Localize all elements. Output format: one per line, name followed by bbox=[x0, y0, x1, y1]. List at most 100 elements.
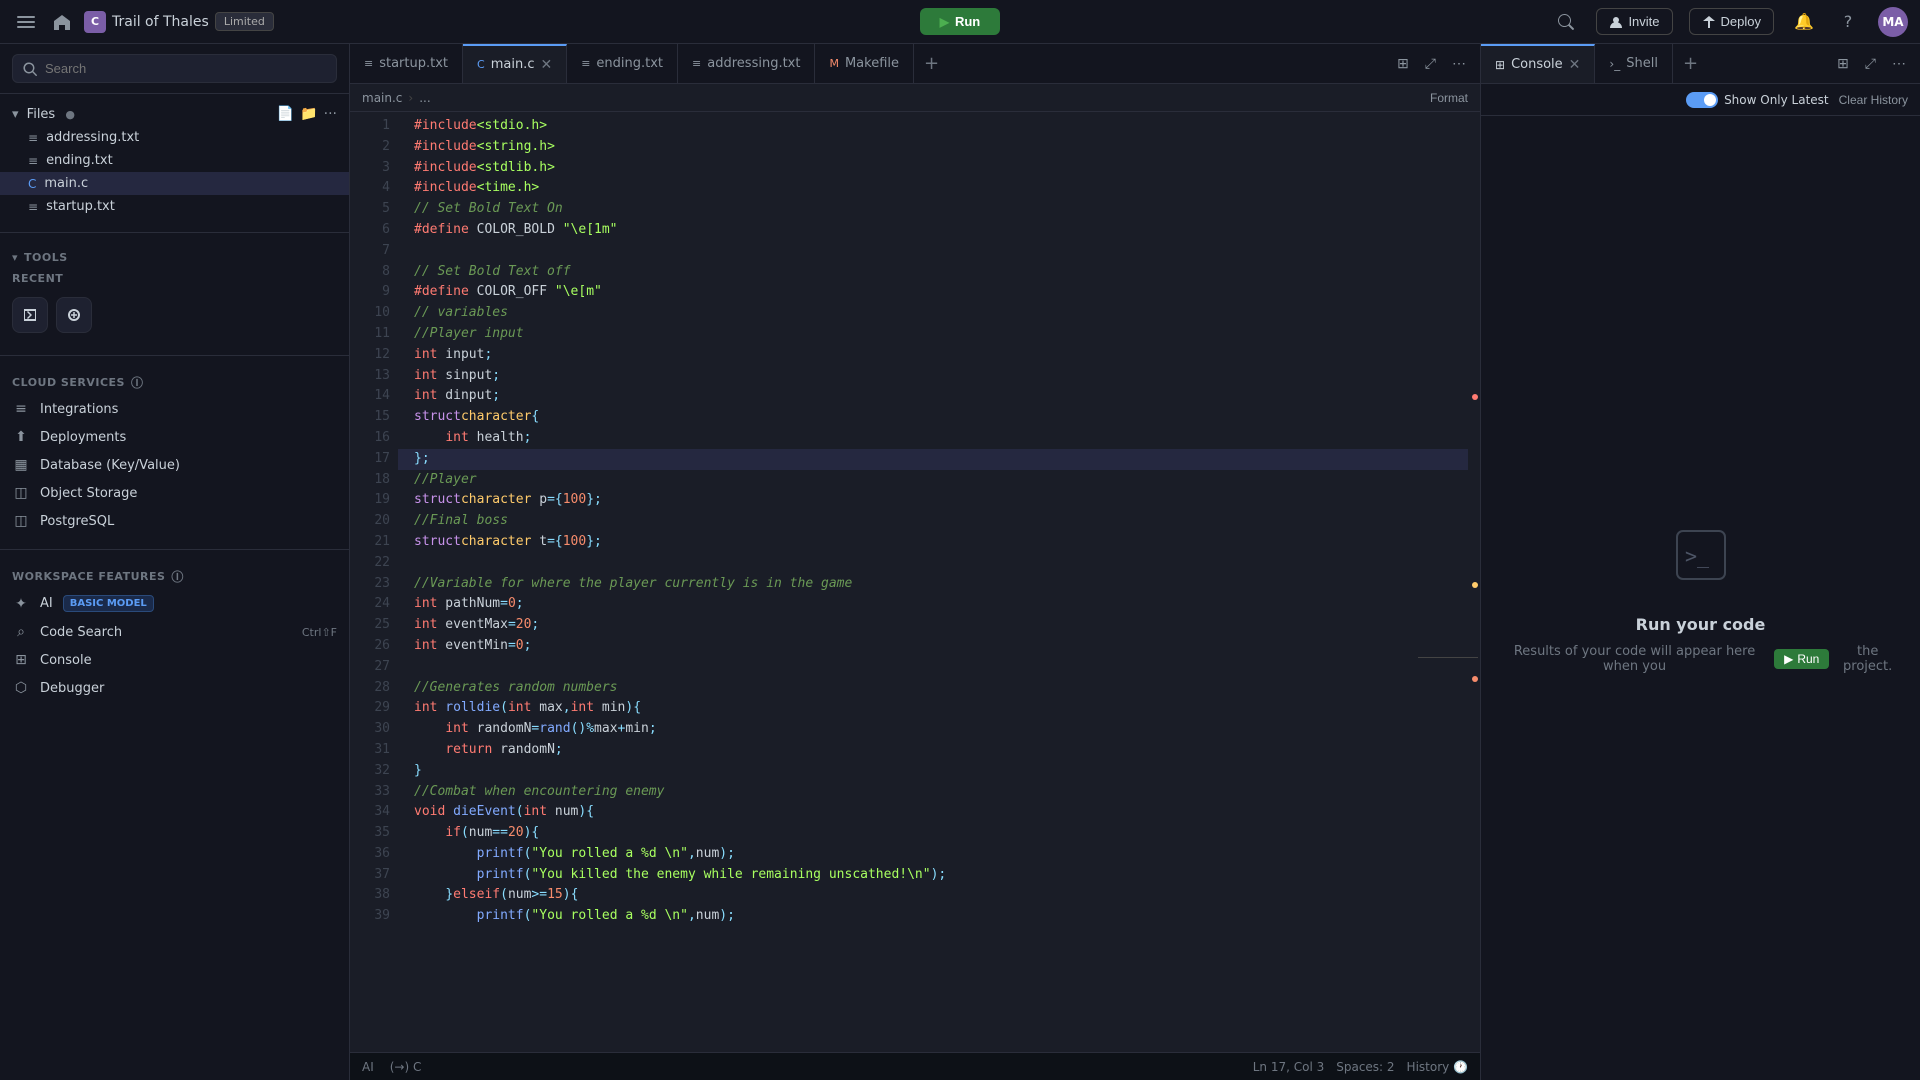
help-button[interactable]: ? bbox=[1834, 8, 1862, 36]
sidebar-item-console[interactable]: ⊞ Console bbox=[0, 646, 349, 674]
split-console-button[interactable]: ⊞ bbox=[1833, 51, 1853, 76]
sidebar-item-postgresql[interactable]: ◫ PostgreSQL bbox=[0, 507, 349, 535]
nix-tool-button[interactable] bbox=[56, 297, 92, 333]
console-run-title: Run your code bbox=[1636, 615, 1766, 634]
file-name-ending: ending.txt bbox=[46, 153, 113, 168]
add-console-tab-button[interactable]: + bbox=[1673, 44, 1708, 83]
deploy-label: Deploy bbox=[1721, 14, 1761, 29]
expand-editor-button[interactable]: ⤢ bbox=[1421, 51, 1440, 76]
run-desc-after: the project. bbox=[1835, 644, 1900, 674]
workspace-section: Workspace Features ⓘ ✦ AI BASIC MODEL ⌕ … bbox=[0, 556, 349, 710]
sidebar-item-database[interactable]: ▦ Database (Key/Value) bbox=[0, 451, 349, 479]
workspace-info[interactable]: ⓘ bbox=[171, 568, 184, 585]
console-more-button[interactable]: ⋯ bbox=[1888, 51, 1910, 76]
scroll-indicator-2 bbox=[1472, 582, 1478, 588]
file-name-addressing: addressing.txt bbox=[46, 130, 139, 145]
code-content[interactable]: #include <stdio.h> #include <string.h> #… bbox=[398, 112, 1468, 1052]
code-line-7 bbox=[398, 241, 1468, 262]
console-toolbar: Show Only Latest Clear History bbox=[1481, 84, 1920, 116]
brand-section: C Trail of Thales Limited bbox=[84, 11, 274, 33]
file-name-main: main.c bbox=[44, 176, 88, 191]
status-ai: AI bbox=[362, 1060, 374, 1074]
cloud-services-info[interactable]: ⓘ bbox=[131, 374, 144, 391]
code-line-39: printf("You rolled a %d \n", num); bbox=[398, 906, 1468, 927]
sidebar-item-object-storage[interactable]: ◫ Object Storage bbox=[0, 479, 349, 507]
tab-console[interactable]: ⊞ Console ✕ bbox=[1481, 44, 1595, 83]
tab-addressing[interactable]: ≡ addressing.txt bbox=[678, 44, 815, 83]
scroll-line bbox=[1418, 657, 1478, 658]
main-tab-icon: C bbox=[477, 58, 485, 71]
code-line-2: #include <string.h> bbox=[398, 137, 1468, 158]
postgresql-icon: ◫ bbox=[12, 513, 30, 529]
home-button[interactable] bbox=[48, 8, 76, 36]
code-line-15: struct character { bbox=[398, 407, 1468, 428]
toggle-switch[interactable] bbox=[1686, 92, 1718, 108]
sidebar-item-ai[interactable]: ✦ AI BASIC MODEL bbox=[0, 589, 349, 618]
new-file-button[interactable]: 📄 bbox=[277, 106, 294, 122]
sidebar-item-integrations[interactable]: ≡ Integrations bbox=[0, 395, 349, 423]
file-icon-txt2: ≡ bbox=[28, 154, 38, 168]
code-editor[interactable]: 12345 678910 1112131415 1617181920 21222… bbox=[350, 112, 1480, 1052]
shell-tab-icon: ›_ bbox=[1609, 57, 1620, 71]
tab-shell[interactable]: ›_ Shell bbox=[1595, 44, 1673, 83]
code-line-19: struct character p = {100}; bbox=[398, 490, 1468, 511]
scroll-indicators[interactable] bbox=[1468, 112, 1480, 1052]
expand-console-button[interactable]: ⤢ bbox=[1861, 51, 1880, 76]
editor-more-button[interactable]: ⋯ bbox=[1448, 51, 1470, 76]
add-tab-button[interactable]: + bbox=[914, 44, 949, 83]
code-line-11: //Player input bbox=[398, 324, 1468, 345]
sidebar-item-debugger[interactable]: ⬡ Debugger bbox=[0, 674, 349, 702]
tab-startup[interactable]: ≡ startup.txt bbox=[350, 44, 463, 83]
split-view-button[interactable]: ⊞ bbox=[1393, 51, 1413, 76]
file-icon-txt3: ≡ bbox=[28, 200, 38, 214]
sidebar-toggle-button[interactable] bbox=[12, 8, 40, 36]
code-line-30: int randomN = rand() % max + min; bbox=[398, 719, 1468, 740]
files-section-header[interactable]: ▾ Files ● 📄 📁 ··· bbox=[0, 102, 349, 126]
inline-run-button[interactable]: ▶ Run bbox=[1774, 649, 1829, 669]
console-tab-close[interactable]: ✕ bbox=[1569, 57, 1581, 73]
code-search-shortcut: Ctrl⇧F bbox=[302, 626, 337, 639]
tab-main[interactable]: C main.c ✕ bbox=[463, 44, 567, 83]
search-input[interactable] bbox=[45, 61, 326, 76]
format-button[interactable]: Format bbox=[1430, 91, 1468, 105]
deploy-button[interactable]: Deploy bbox=[1689, 8, 1774, 35]
file-item-main[interactable]: C main.c bbox=[0, 172, 349, 195]
code-line-12: int input; bbox=[398, 345, 1468, 366]
run-button[interactable]: ▶ Run bbox=[920, 8, 1001, 35]
new-folder-button[interactable]: 📁 bbox=[300, 106, 317, 122]
show-only-latest-toggle[interactable]: Show Only Latest bbox=[1686, 92, 1829, 108]
status-bar: AI (→) C Ln 17, Col 3 Spaces: 2 History … bbox=[350, 1052, 1480, 1080]
sidebar-item-code-search[interactable]: ⌕ Code Search Ctrl⇧F bbox=[0, 618, 349, 646]
run-label: Run bbox=[955, 14, 980, 29]
avatar[interactable]: MA bbox=[1878, 7, 1908, 37]
clear-history-button[interactable]: Clear History bbox=[1839, 93, 1908, 107]
postgresql-label: PostgreSQL bbox=[40, 514, 114, 529]
invite-button[interactable]: Invite bbox=[1596, 8, 1672, 35]
files-section-label: ▾ Files ● bbox=[12, 107, 75, 122]
notifications-button[interactable]: 🔔 bbox=[1790, 8, 1818, 36]
editor-tab-bar: ≡ startup.txt C main.c ✕ ≡ ending.txt ≡ … bbox=[350, 44, 1480, 84]
code-line-35: if (num == 20) { bbox=[398, 823, 1468, 844]
more-button[interactable]: ··· bbox=[324, 106, 337, 122]
file-item-startup[interactable]: ≡ startup.txt bbox=[0, 195, 349, 218]
code-line-27 bbox=[398, 657, 1468, 678]
sidebar-item-deployments[interactable]: ⬆ Deployments bbox=[0, 423, 349, 451]
file-item-ending[interactable]: ≡ ending.txt bbox=[0, 149, 349, 172]
code-line-17: }; bbox=[398, 449, 1468, 470]
tab-ending[interactable]: ≡ ending.txt bbox=[567, 44, 678, 83]
code-line-22 bbox=[398, 553, 1468, 574]
ai-icon: ✦ bbox=[12, 596, 30, 612]
brand-title: Trail of Thales bbox=[112, 14, 209, 30]
main-tab-label: main.c bbox=[491, 57, 535, 72]
status-lang: (→) C bbox=[390, 1060, 422, 1074]
recent-label: Recent bbox=[0, 268, 349, 289]
main-tab-close[interactable]: ✕ bbox=[540, 57, 552, 73]
tab-makefile[interactable]: M Makefile bbox=[815, 44, 914, 83]
search-button[interactable] bbox=[1552, 8, 1580, 36]
terminal-tool-button[interactable] bbox=[12, 297, 48, 333]
status-spaces: Spaces: 2 bbox=[1336, 1060, 1394, 1074]
makefile-tab-icon: M bbox=[829, 57, 839, 70]
search-input-wrap[interactable] bbox=[12, 54, 337, 83]
code-line-26: int eventMin = 0; bbox=[398, 636, 1468, 657]
file-item-addressing[interactable]: ≡ addressing.txt bbox=[0, 126, 349, 149]
